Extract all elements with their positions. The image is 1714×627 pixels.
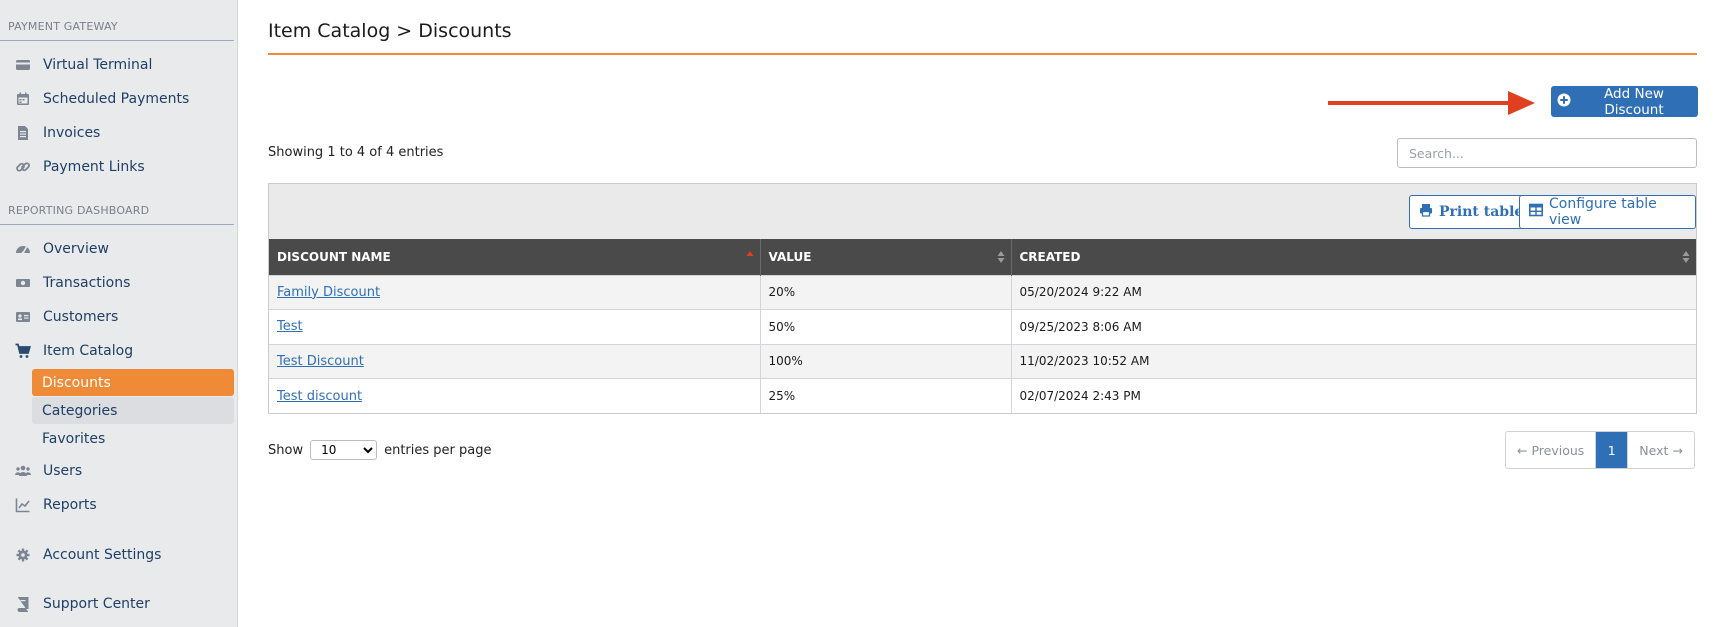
sort-icon [997, 251, 1004, 263]
discount-link[interactable]: Test [277, 319, 303, 334]
title-divider [268, 53, 1697, 55]
sort-icon [1682, 251, 1690, 263]
value-cell: 50% [760, 309, 1012, 344]
chart-icon [14, 496, 32, 514]
section-divider [0, 224, 234, 225]
table-row: Test Discount 100% 11/02/2023 10:52 AM [269, 343, 1696, 379]
page-length-control: Show 10 entries per page [268, 440, 491, 460]
discounts-table-container: Print table Configure table view DISCOUN… [268, 183, 1697, 414]
table-header-row: DISCOUNT NAME VALUE CREATED [269, 239, 1696, 275]
discount-link[interactable]: Test Discount [277, 354, 364, 369]
entries-info: Showing 1 to 4 of 4 entries [268, 145, 444, 160]
sidebar-subitem-categories[interactable]: Categories [32, 397, 234, 424]
sidebar-item-invoices[interactable]: Invoices [0, 118, 234, 148]
sidebar-item-support-center[interactable]: Support Center [0, 589, 234, 619]
sidebar-item-label: Scheduled Payments [43, 91, 190, 107]
plus-circle-icon [1557, 93, 1571, 111]
sidebar-item-reports[interactable]: Reports [0, 490, 234, 520]
sidebar: PAYMENT GATEWAY Virtual Terminal Schedul… [0, 0, 238, 627]
table-row: Family Discount 20% 05/20/2024 9:22 AM [269, 274, 1696, 310]
cart-icon [14, 342, 32, 360]
id-card-icon [14, 308, 32, 326]
show-label: Show [268, 442, 304, 458]
sidebar-item-label: Reports [43, 497, 97, 513]
value-cell: 25% [760, 378, 1012, 413]
document-icon [14, 124, 32, 142]
sidebar-item-label: Virtual Terminal [43, 57, 153, 73]
configure-table-view-button[interactable]: Configure table view [1519, 195, 1696, 229]
configure-table-view-label: Configure table view [1549, 196, 1657, 228]
sidebar-subitem-discounts[interactable]: Discounts [32, 369, 234, 396]
annotation-arrow [1328, 91, 1535, 115]
discount-name-cell: Family Discount [269, 274, 761, 310]
add-new-discount-button[interactable]: Add New Discount [1551, 85, 1698, 118]
created-cell: 11/02/2023 10:52 AM [1011, 343, 1696, 379]
pagination: ← Previous 1 Next → [1505, 431, 1695, 469]
print-table-button[interactable]: Print table [1409, 195, 1534, 229]
page-title: Item Catalog > Discounts [268, 20, 512, 42]
search-input[interactable] [1397, 138, 1697, 168]
table-row: Test discount 25% 02/07/2024 2:43 PM [269, 378, 1696, 413]
page-1-button[interactable]: 1 [1596, 432, 1629, 468]
table-toolbar: Print table Configure table view [269, 184, 1696, 239]
link-icon [14, 158, 32, 176]
book-icon [14, 595, 32, 613]
entries-per-page-label: entries per page [384, 442, 492, 458]
sidebar-item-transactions[interactable]: Transactions [0, 268, 234, 298]
sidebar-item-scheduled-payments[interactable]: Scheduled Payments [0, 84, 234, 114]
previous-page-button[interactable]: ← Previous [1506, 432, 1597, 468]
created-cell: 09/25/2023 8:06 AM [1011, 309, 1696, 344]
column-header-created[interactable]: CREATED [1011, 239, 1696, 275]
section-title-reporting-dashboard: REPORTING DASHBOARD [8, 204, 150, 217]
sidebar-subitem-favorites[interactable]: Favorites [32, 425, 234, 452]
gauge-icon [14, 240, 32, 258]
table-icon [1529, 203, 1543, 221]
sort-ascending-icon [746, 251, 753, 256]
discount-name-cell: Test discount [269, 378, 761, 413]
created-cell: 02/07/2024 2:43 PM [1011, 378, 1696, 413]
sidebar-item-customers[interactable]: Customers [0, 302, 234, 332]
entries-per-page-select[interactable]: 10 [310, 440, 378, 460]
sidebar-item-label: Transactions [43, 275, 131, 291]
sidebar-item-payment-links[interactable]: Payment Links [0, 152, 234, 182]
value-cell: 100% [760, 343, 1012, 379]
value-cell: 20% [760, 274, 1012, 310]
credit-card-icon [14, 56, 32, 74]
discount-link[interactable]: Test discount [277, 389, 362, 404]
sidebar-item-label: Item Catalog [43, 343, 134, 359]
money-icon [14, 274, 32, 292]
section-title-payment-gateway: PAYMENT GATEWAY [8, 20, 118, 33]
sidebar-item-label: Overview [43, 241, 109, 257]
column-header-discount-name[interactable]: DISCOUNT NAME [269, 239, 761, 275]
sidebar-item-label: Users [43, 463, 83, 479]
sidebar-item-label: Customers [43, 309, 119, 325]
sidebar-item-label: Payment Links [43, 159, 145, 175]
sidebar-item-users[interactable]: Users [0, 456, 234, 486]
main-content: Item Catalog > Discounts Add New Discoun… [268, 0, 1698, 627]
discount-name-cell: Test Discount [269, 343, 761, 379]
users-icon [14, 462, 32, 480]
sidebar-item-overview[interactable]: Overview [0, 234, 234, 264]
next-page-button[interactable]: Next → [1628, 432, 1694, 468]
created-cell: 05/20/2024 9:22 AM [1011, 274, 1696, 310]
discounts-table: DISCOUNT NAME VALUE CREATED Family Disco [269, 239, 1696, 413]
sidebar-item-label: Support Center [43, 596, 150, 612]
column-header-value[interactable]: VALUE [760, 239, 1012, 275]
discount-link[interactable]: Family Discount [277, 285, 380, 300]
section-divider [0, 40, 234, 41]
table-row: Test 50% 09/25/2023 8:06 AM [269, 309, 1696, 344]
calendar-icon [14, 90, 32, 108]
sidebar-item-account-settings[interactable]: Account Settings [0, 540, 234, 570]
printer-icon [1419, 203, 1433, 221]
gear-icon [14, 546, 32, 564]
sidebar-item-item-catalog[interactable]: Item Catalog [0, 336, 234, 366]
discount-name-cell: Test [269, 309, 761, 344]
sidebar-item-label: Account Settings [43, 547, 162, 563]
sidebar-item-label: Invoices [43, 125, 101, 141]
sidebar-item-virtual-terminal[interactable]: Virtual Terminal [0, 50, 234, 80]
print-table-label: Print table [1439, 204, 1524, 220]
add-new-discount-label: Add New Discount [1604, 85, 1664, 118]
